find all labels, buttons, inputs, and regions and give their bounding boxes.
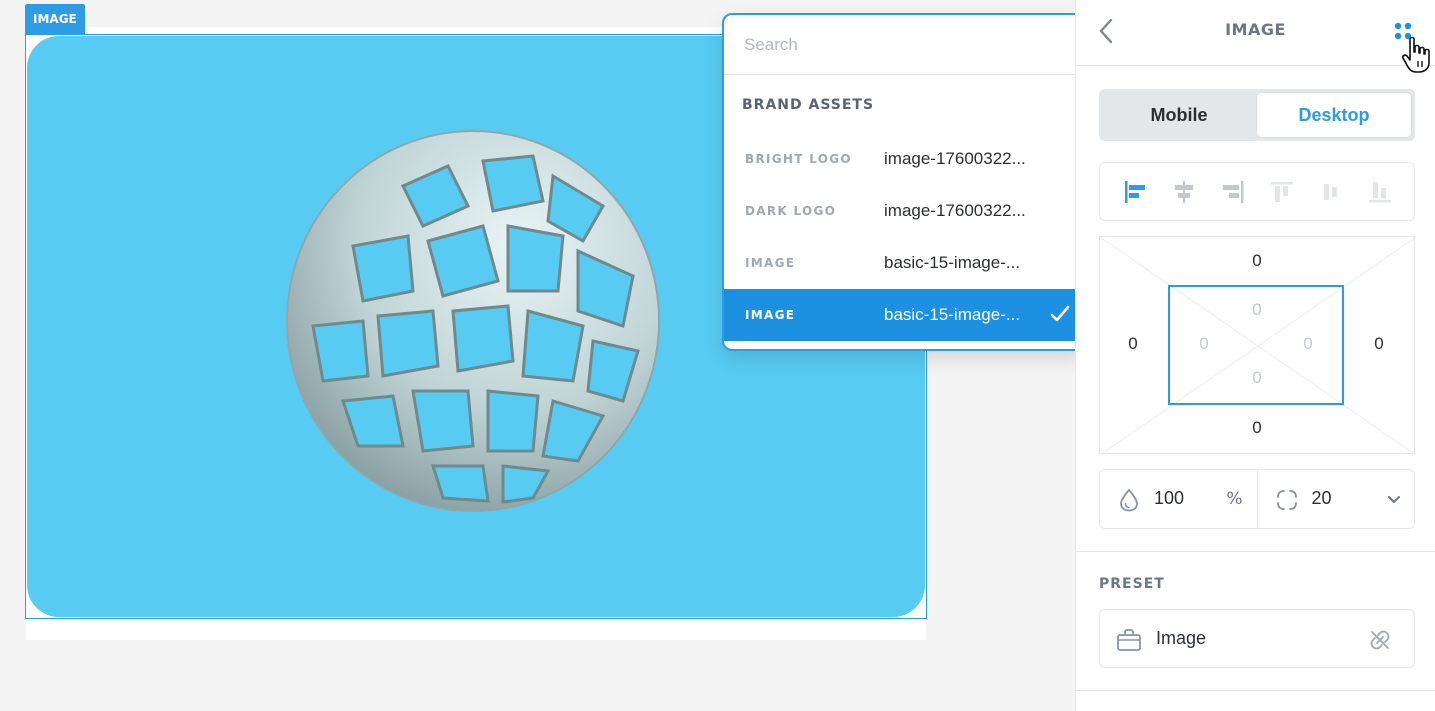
asset-item-value: basic-15-image-... bbox=[884, 253, 1021, 272]
asset-item-key: BRIGHT LOGO bbox=[745, 152, 852, 166]
asset-item-bright-logo[interactable]: BRIGHT LOGO image-17600322... bbox=[724, 133, 1084, 185]
align-center-h-icon[interactable] bbox=[1171, 179, 1197, 205]
hand-cursor-icon bbox=[1402, 36, 1430, 73]
asset-item-image[interactable]: IMAGE basic-15-image-... bbox=[724, 237, 1084, 289]
chevron-down-icon[interactable] bbox=[1386, 494, 1402, 506]
spacing-editor: 0 0 0 0 0 0 0 0 bbox=[1099, 236, 1416, 455]
padding-top-value[interactable]: 0 bbox=[1242, 300, 1272, 320]
radius-value: 20 bbox=[1311, 488, 1332, 508]
align-right-icon[interactable] bbox=[1220, 179, 1246, 205]
opacity-radius-row: 100 % 20 bbox=[1099, 469, 1415, 529]
device-toggle: Mobile Desktop bbox=[1099, 89, 1415, 141]
preset-name: Image bbox=[1156, 628, 1207, 648]
wireframe-sphere-image bbox=[286, 130, 660, 512]
asset-item-value: image-17600322... bbox=[884, 201, 1026, 220]
corner-radius-icon bbox=[1276, 490, 1297, 510]
asset-item-value: basic-15-image-... bbox=[884, 305, 1021, 324]
align-middle-v-icon[interactable] bbox=[1318, 179, 1344, 205]
element-type-tag: IMAGE bbox=[25, 4, 85, 34]
desktop-tab[interactable]: Desktop bbox=[1256, 92, 1412, 138]
divider bbox=[1076, 551, 1435, 552]
margin-top-value[interactable]: 0 bbox=[1242, 251, 1272, 271]
radius-field[interactable]: 20 bbox=[1256, 470, 1415, 528]
panel-title: IMAGE bbox=[1225, 20, 1286, 39]
preset-select[interactable]: Image bbox=[1099, 609, 1415, 668]
alignment-toolbar bbox=[1099, 162, 1415, 221]
margin-bottom-value[interactable]: 0 bbox=[1242, 418, 1272, 438]
check-icon bbox=[1050, 305, 1070, 322]
divider bbox=[1076, 690, 1435, 691]
asset-item-key: DARK LOGO bbox=[745, 204, 837, 218]
unlink-icon[interactable] bbox=[1368, 628, 1392, 652]
search-input[interactable] bbox=[744, 34, 1044, 55]
opacity-value: 100 bbox=[1154, 488, 1185, 508]
mobile-tab[interactable]: Mobile bbox=[1102, 92, 1256, 138]
padding-right-value[interactable]: 0 bbox=[1293, 334, 1323, 354]
preset-label: PRESET bbox=[1099, 576, 1165, 592]
margin-right-value[interactable]: 0 bbox=[1364, 334, 1394, 354]
dropdown-search bbox=[724, 15, 1084, 75]
align-bottom-icon[interactable] bbox=[1367, 179, 1393, 205]
margin-left-value[interactable]: 0 bbox=[1118, 334, 1148, 354]
padding-bottom-value[interactable]: 0 bbox=[1242, 368, 1272, 388]
asset-item-key: IMAGE bbox=[745, 308, 796, 322]
briefcase-icon bbox=[1117, 629, 1141, 651]
panel-header: IMAGE bbox=[1076, 0, 1435, 73]
align-left-icon[interactable] bbox=[1122, 179, 1148, 205]
dropdown-group-title: BRAND ASSETS bbox=[742, 97, 875, 113]
padding-left-value[interactable]: 0 bbox=[1189, 334, 1219, 354]
asset-dropdown[interactable]: BRAND ASSETS BRIGHT LOGO image-17600322.… bbox=[722, 13, 1086, 351]
asset-item-image-selected[interactable]: IMAGE basic-15-image-... bbox=[724, 289, 1084, 341]
asset-item-key: IMAGE bbox=[745, 256, 796, 270]
opacity-drop-icon bbox=[1120, 488, 1138, 512]
asset-item-dark-logo[interactable]: DARK LOGO image-17600322... bbox=[724, 185, 1084, 237]
opacity-unit: % bbox=[1226, 489, 1243, 509]
asset-item-value: image-17600322... bbox=[884, 149, 1026, 168]
align-top-icon[interactable] bbox=[1269, 179, 1295, 205]
opacity-field[interactable]: 100 % bbox=[1100, 470, 1257, 528]
properties-panel: IMAGE Mobile Desktop 0 0 0 0 0 0 0 0 100… bbox=[1075, 0, 1435, 711]
